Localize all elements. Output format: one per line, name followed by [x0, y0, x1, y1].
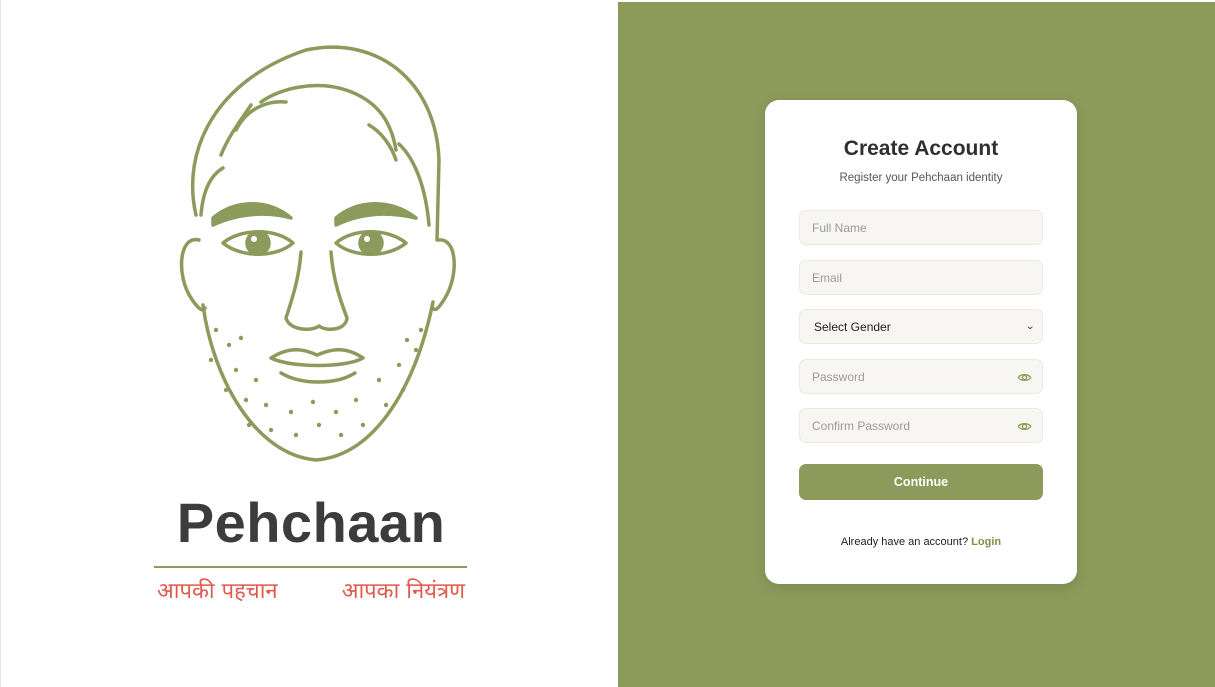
face-illustration-icon — [179, 45, 456, 462]
brand-tagline: आपकी पहचान आपका नियंत्रण — [151, 575, 471, 605]
gender-select-value: Select Gender — [814, 319, 891, 334]
brand-panel: Pehchaan आपकी पहचान आपका नियंत्रण — [0, 0, 618, 687]
login-prompt-text: Already have an account? — [840, 536, 969, 548]
password-field — [799, 359, 1043, 394]
create-account-card: Create Account Register your Pehchaan id… — [765, 100, 1077, 584]
login-prompt: Already have an account? Login — [765, 536, 1077, 548]
brand-name: Pehchaan — [176, 491, 446, 554]
confirm-password-field — [799, 408, 1043, 443]
brand-divider — [154, 566, 467, 568]
continue-button[interactable]: Continue — [799, 464, 1043, 500]
tagline-control: आपका नियंत्रण — [341, 579, 465, 604]
tagline-identity: आपकी पहचान — [157, 579, 278, 604]
form-title: Create Account — [843, 137, 999, 160]
eye-icon[interactable] — [1017, 370, 1032, 385]
password-input[interactable] — [800, 360, 1042, 393]
gender-select[interactable]: Select Gender ⌄ — [799, 309, 1043, 344]
chevron-down-icon: ⌄ — [1024, 321, 1035, 332]
registration-page: Pehchaan आपकी पहचान आपका नियंत्रण Create… — [0, 0, 1215, 687]
eye-icon[interactable] — [1017, 419, 1032, 434]
full-name-field — [799, 210, 1043, 245]
form-subtitle: Register your Pehchaan identity — [839, 172, 1003, 184]
login-link[interactable]: Login — [971, 536, 1001, 548]
email-field — [799, 260, 1043, 295]
full-name-input[interactable] — [800, 211, 1042, 244]
confirm-password-input[interactable] — [800, 409, 1042, 442]
email-input[interactable] — [800, 261, 1042, 294]
